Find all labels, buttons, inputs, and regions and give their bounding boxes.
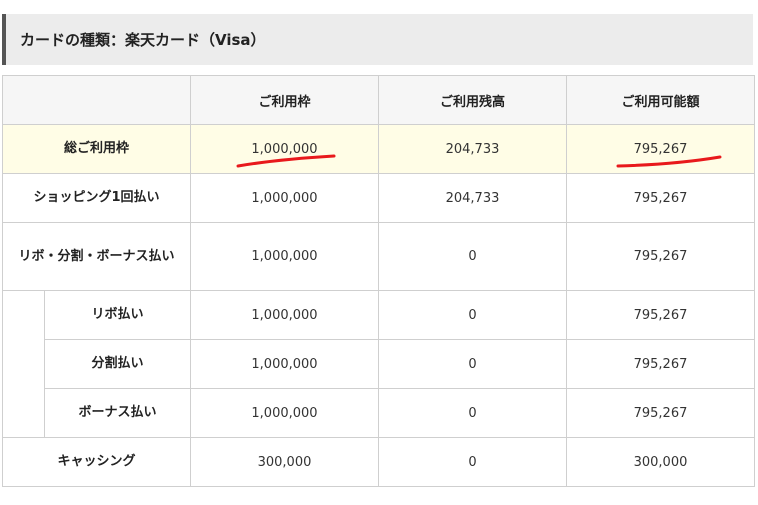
table-row-cashing: キャッシング 300,000 0 300,000 <box>2 437 755 487</box>
row-label: キャッシング <box>2 437 191 487</box>
card-type-title: カードの種類：楽天カード（Visa） <box>20 31 266 49</box>
row-label: ボーナス払い <box>44 388 191 438</box>
balance-cell: 204,733 <box>378 124 567 174</box>
indent-spacer <box>2 290 45 438</box>
table-header-row: ご利用枠 ご利用残高 ご利用可能額 <box>2 75 755 125</box>
limit-cell: 1,000,000 <box>190 339 379 389</box>
header-available: ご利用可能額 <box>566 75 755 125</box>
limit-cell: 1,000,000 <box>190 124 379 174</box>
table-row-total: 総ご利用枠 1,000,000 204,733 795,267 <box>2 124 755 174</box>
limit-cell: 300,000 <box>190 437 379 487</box>
balance-cell: 0 <box>378 437 567 487</box>
limit-cell: 1,000,000 <box>190 222 379 291</box>
row-label: 分割払い <box>44 339 191 389</box>
limit-cell: 1,000,000 <box>190 388 379 438</box>
available-cell: 795,267 <box>566 388 755 438</box>
available-cell: 795,267 <box>566 173 755 223</box>
available-cell: 795,267 <box>566 290 755 340</box>
table-row-installment: 分割払い 1,000,000 0 795,267 <box>3 339 755 389</box>
balance-cell: 0 <box>378 388 567 438</box>
header-balance: ご利用残高 <box>378 75 567 125</box>
balance-cell: 0 <box>378 290 567 340</box>
row-label: リボ払い <box>44 290 191 340</box>
table-row-revolving-group: リボ・分割・ボーナス払い 1,000,000 0 795,267 <box>2 222 755 291</box>
table-row-revolving: リボ払い 1,000,000 0 795,267 <box>2 290 755 438</box>
header-empty-cell <box>2 75 191 125</box>
available-cell: 300,000 <box>566 437 755 487</box>
available-cell: 795,267 <box>566 222 755 291</box>
credit-limit-table: ご利用枠 ご利用残高 ご利用可能額 総ご利用枠 1,000,000 204,73… <box>2 75 755 487</box>
limit-cell: 1,000,000 <box>190 290 379 340</box>
row-label: ショッピング1回払い <box>2 173 191 223</box>
table-row-bonus: ボーナス払い 1,000,000 0 795,267 <box>3 388 755 438</box>
available-cell: 795,267 <box>566 124 755 174</box>
balance-cell: 0 <box>378 222 567 291</box>
header-limit: ご利用枠 <box>190 75 379 125</box>
table-row-shopping: ショッピング1回払い 1,000,000 204,733 795,267 <box>2 173 755 223</box>
balance-cell: 204,733 <box>378 173 567 223</box>
row-label: リボ・分割・ボーナス払い <box>2 222 191 291</box>
limit-cell: 1,000,000 <box>190 173 379 223</box>
card-type-header: カードの種類：楽天カード（Visa） <box>2 14 753 65</box>
row-label: 総ご利用枠 <box>2 124 191 174</box>
balance-cell: 0 <box>378 339 567 389</box>
available-cell: 795,267 <box>566 339 755 389</box>
